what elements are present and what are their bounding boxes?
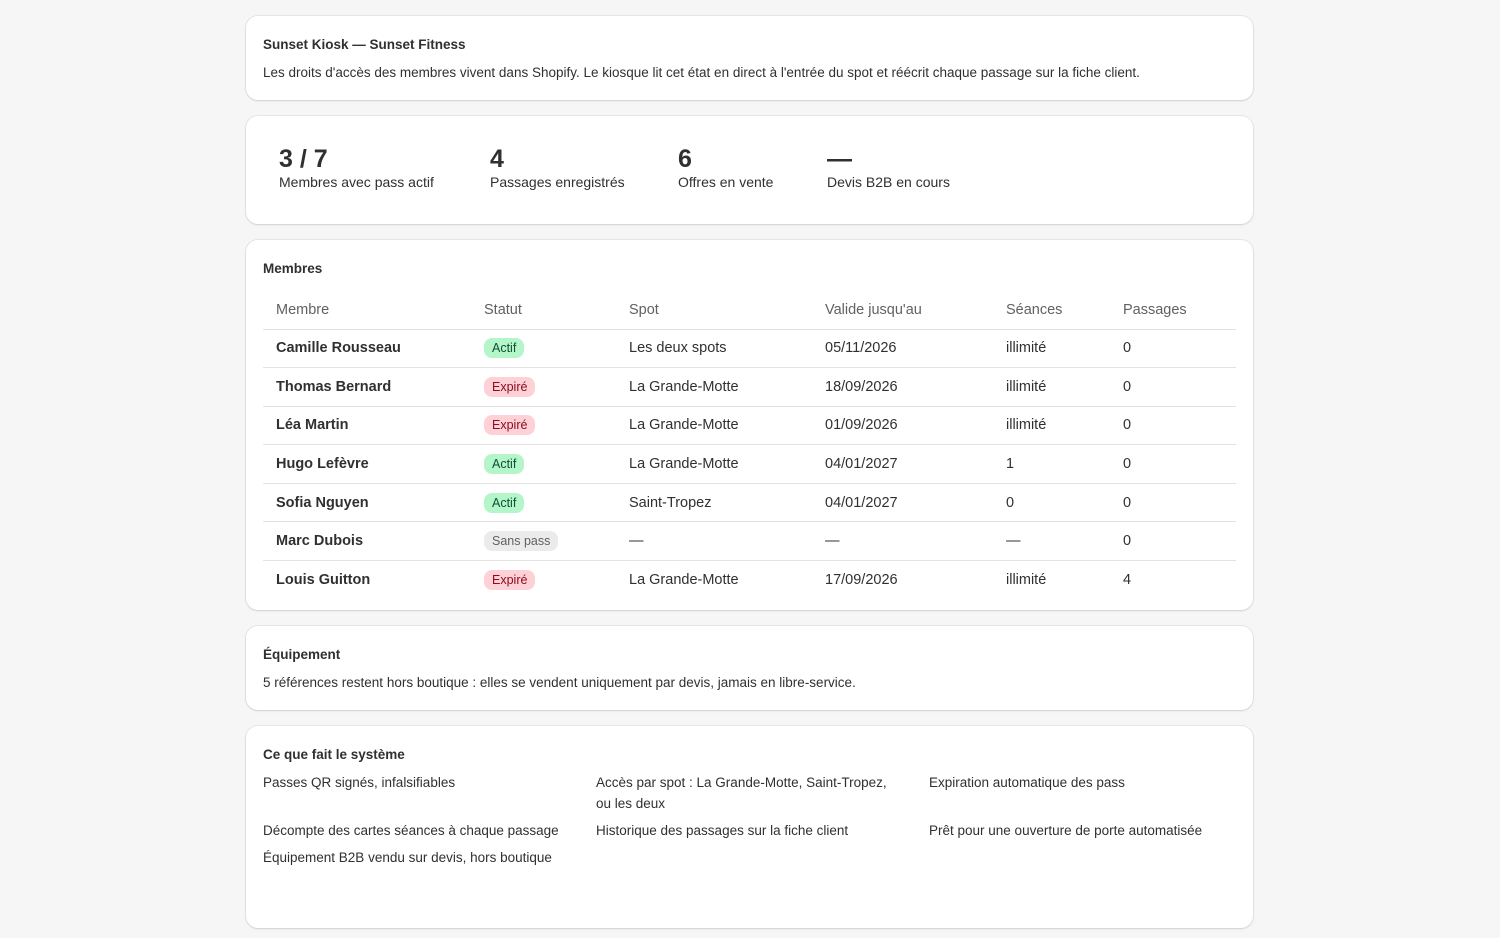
table-header-row: Membre Statut Spot Valide jusqu'au Séanc… (263, 291, 1236, 330)
status-badge: Expiré (484, 415, 536, 436)
features-list: Passes QR signés, infalsifiables Accès p… (263, 772, 1236, 868)
stat-passages: 4 Passages enregistrés (490, 144, 678, 196)
status-badge: Sans pass (484, 531, 559, 552)
sessions-cell: — (993, 521, 1110, 562)
system-title: Ce que fait le système (263, 747, 405, 762)
equipment-description: 5 références restent hors boutique : ell… (263, 675, 856, 690)
feature-item: Décompte des cartes séances à chaque pas… (263, 823, 559, 838)
stats-card: 3 / 7 Membres avec pass actif 4 Passages… (246, 116, 1253, 224)
intro-description: Les droits d'accès des membres vivent da… (263, 65, 1140, 80)
stat-value: 4 (490, 145, 504, 173)
members-title: Membres (263, 261, 323, 276)
sessions-cell: illimité (993, 329, 1110, 369)
members-table: Membre Statut Spot Valide jusqu'au Séanc… (263, 291, 1236, 599)
passages-cell: 0 (1110, 329, 1236, 369)
valid-until-cell: 01/09/2026 (812, 406, 993, 446)
table-row: Léa Martin Expiré La Grande-Motte 01/09/… (263, 406, 1236, 446)
valid-until-cell: 04/01/2027 (812, 444, 993, 484)
stat-value: — (827, 145, 852, 173)
page: Sunset Kiosk — Sunset Fitness Les droits… (246, 16, 1253, 928)
stat-label: Offres en vente (678, 174, 774, 190)
members-card: Membres Membre Statut Spot Valide jusqu'… (246, 240, 1253, 610)
table-row: Thomas Bernard Expiré La Grande-Motte 18… (263, 367, 1236, 407)
passages-cell: 0 (1110, 406, 1236, 446)
sessions-cell: 0 (993, 483, 1110, 523)
feature-item: Prêt pour une ouverture de porte automat… (929, 823, 1203, 838)
status-cell: Actif (471, 483, 616, 523)
passages-cell: 4 (1123, 572, 1132, 589)
member-name: Louis Guitton (276, 572, 371, 589)
column-header-status: Statut (471, 291, 616, 330)
stat-label: Devis B2B en cours (827, 174, 950, 190)
intro-card: Sunset Kiosk — Sunset Fitness Les droits… (246, 16, 1253, 100)
equipment-card: Équipement 5 références restent hors bou… (246, 626, 1253, 710)
status-badge: Actif (484, 454, 525, 475)
equipment-title: Équipement (263, 647, 341, 662)
status-cell: Actif (471, 329, 616, 369)
feature-item: Historique des passages sur la fiche cli… (596, 823, 849, 838)
table-row: Camille Rousseau Actif Les deux spots 05… (263, 329, 1236, 369)
feature-item: Passes QR signés, infalsifiables (263, 775, 456, 790)
status-badge: Actif (484, 492, 525, 513)
sessions-cell: 1 (993, 444, 1110, 484)
status-badge: Actif (484, 338, 525, 359)
status-cell: Expiré (471, 561, 616, 600)
feature-item: Expiration automatique des pass (929, 775, 1125, 790)
stat-label: Passages enregistrés (490, 174, 625, 190)
status-cell: Expiré (471, 367, 616, 407)
column-header-spot: Spot (616, 291, 812, 330)
valid-until-cell: 04/01/2027 (812, 483, 993, 523)
table-row: Louis Guitton Expiré La Grande-Motte 17/… (263, 561, 1236, 600)
members-table-body: Camille Rousseau Actif Les deux spots 05… (263, 329, 1236, 599)
system-card: Ce que fait le système Passes QR signés,… (246, 726, 1253, 928)
app-title: Sunset Kiosk — Sunset Fitness (263, 37, 466, 52)
member-name: Camille Rousseau (263, 329, 471, 369)
spot-cell: La Grande-Motte (616, 406, 812, 446)
stat-b2b-quotes: — Devis B2B en cours (827, 144, 950, 196)
passages-cell: 0 (1110, 521, 1236, 562)
member-name: Sofia Nguyen (263, 483, 471, 523)
column-header-sessions: Séances (993, 291, 1110, 330)
spot-cell: Les deux spots (616, 329, 812, 369)
table-row: Sofia Nguyen Actif Saint-Tropez 04/01/20… (263, 483, 1236, 523)
valid-until-cell: — (812, 521, 993, 562)
column-header-valid-until: Valide jusqu'au (812, 291, 993, 330)
passages-cell: 0 (1110, 483, 1236, 523)
stat-offers: 6 Offres en vente (678, 144, 827, 196)
member-name: Marc Dubois (263, 521, 471, 562)
status-badge: Expiré (484, 376, 536, 397)
valid-until-cell: 18/09/2026 (812, 367, 993, 407)
spot-cell: — (616, 521, 812, 562)
status-cell: Expiré (471, 406, 616, 446)
member-name: Hugo Lefèvre (263, 444, 471, 484)
spot-cell: Saint-Tropez (616, 483, 812, 523)
valid-until-cell: 05/11/2026 (812, 329, 993, 369)
member-name: Léa Martin (263, 406, 471, 446)
column-header-passages: Passages (1110, 291, 1236, 330)
feature-item: Accès par spot : La Grande-Motte, Saint-… (596, 775, 887, 811)
sessions-cell: illimité (1006, 572, 1047, 589)
spot-cell: La Grande-Motte (616, 367, 812, 407)
table-row: Marc Dubois Sans pass — — — 0 (263, 521, 1236, 562)
stat-active-members: 3 / 7 Membres avec pass actif (279, 144, 490, 196)
spot-cell: La Grande-Motte (629, 572, 739, 589)
stat-value: 3 / 7 (279, 145, 328, 173)
feature-item: Équipement B2B vendu sur devis, hors bou… (263, 850, 552, 865)
column-header-member: Membre (263, 291, 471, 330)
valid-until-cell: 17/09/2026 (825, 572, 898, 589)
stat-value: 6 (678, 145, 692, 173)
spot-cell: La Grande-Motte (616, 444, 812, 484)
member-name: Thomas Bernard (263, 367, 471, 407)
sessions-cell: illimité (993, 406, 1110, 446)
stat-label: Membres avec pass actif (279, 174, 434, 190)
status-cell: Actif (471, 444, 616, 484)
status-cell: Sans pass (471, 521, 616, 562)
passages-cell: 0 (1110, 444, 1236, 484)
sessions-cell: illimité (993, 367, 1110, 407)
table-row: Hugo Lefèvre Actif La Grande-Motte 04/01… (263, 444, 1236, 484)
passages-cell: 0 (1110, 367, 1236, 407)
status-badge: Expiré (484, 570, 536, 591)
